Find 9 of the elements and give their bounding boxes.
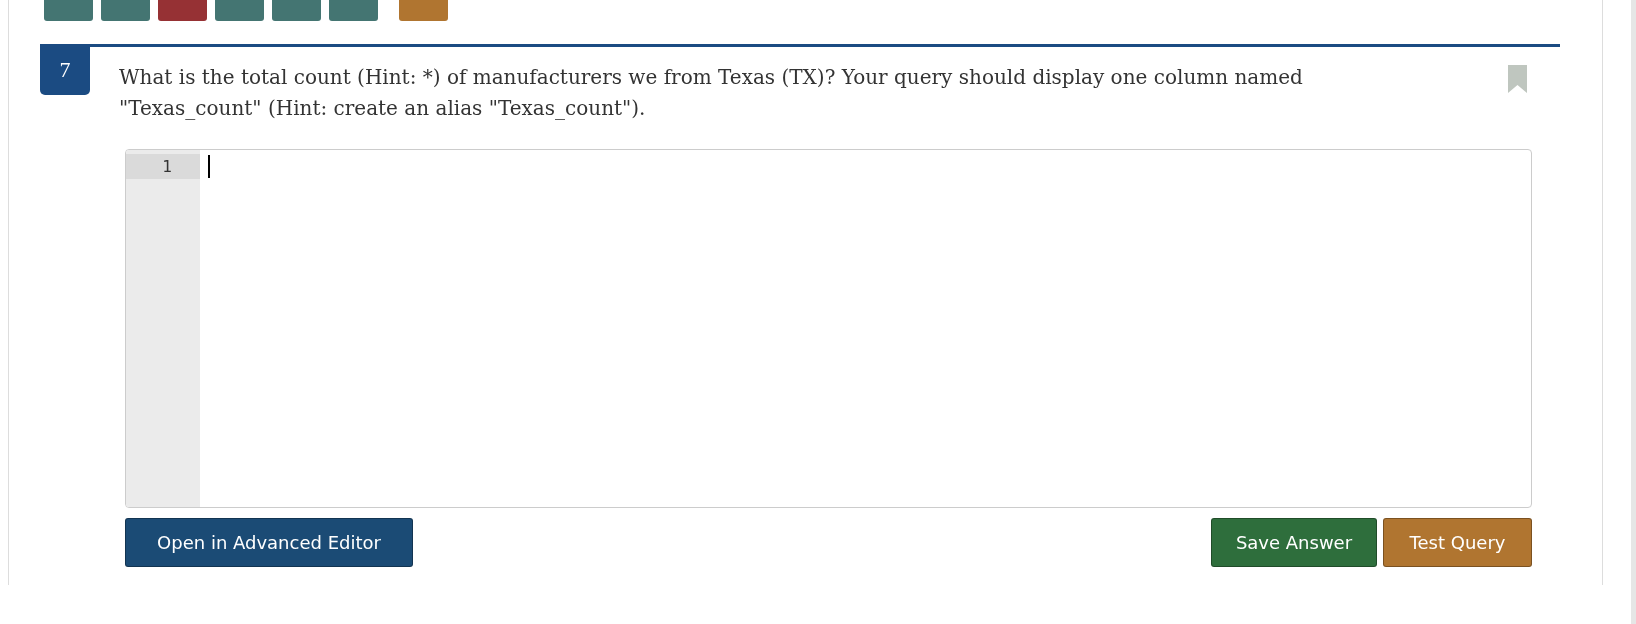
question-number: 7 bbox=[40, 44, 90, 95]
save-button[interactable]: Save Answer bbox=[1211, 518, 1377, 567]
line-number: 1 bbox=[126, 154, 200, 179]
test-button[interactable]: Test Query bbox=[1383, 518, 1532, 567]
question-text: What is the total count (Hint: *) of manufacturers we from Texas (TX)? Your query should display one column named "Texas_count" (Hint: create an alias "Texas_count"). bbox=[119, 64, 1304, 122]
code-editor[interactable]: 1 bbox=[125, 149, 1532, 508]
bookmark-icon[interactable] bbox=[1508, 65, 1527, 93]
open-advanced-editor-button[interactable]: Open in Advanced Editor bbox=[125, 518, 413, 567]
text-cursor bbox=[208, 155, 210, 178]
